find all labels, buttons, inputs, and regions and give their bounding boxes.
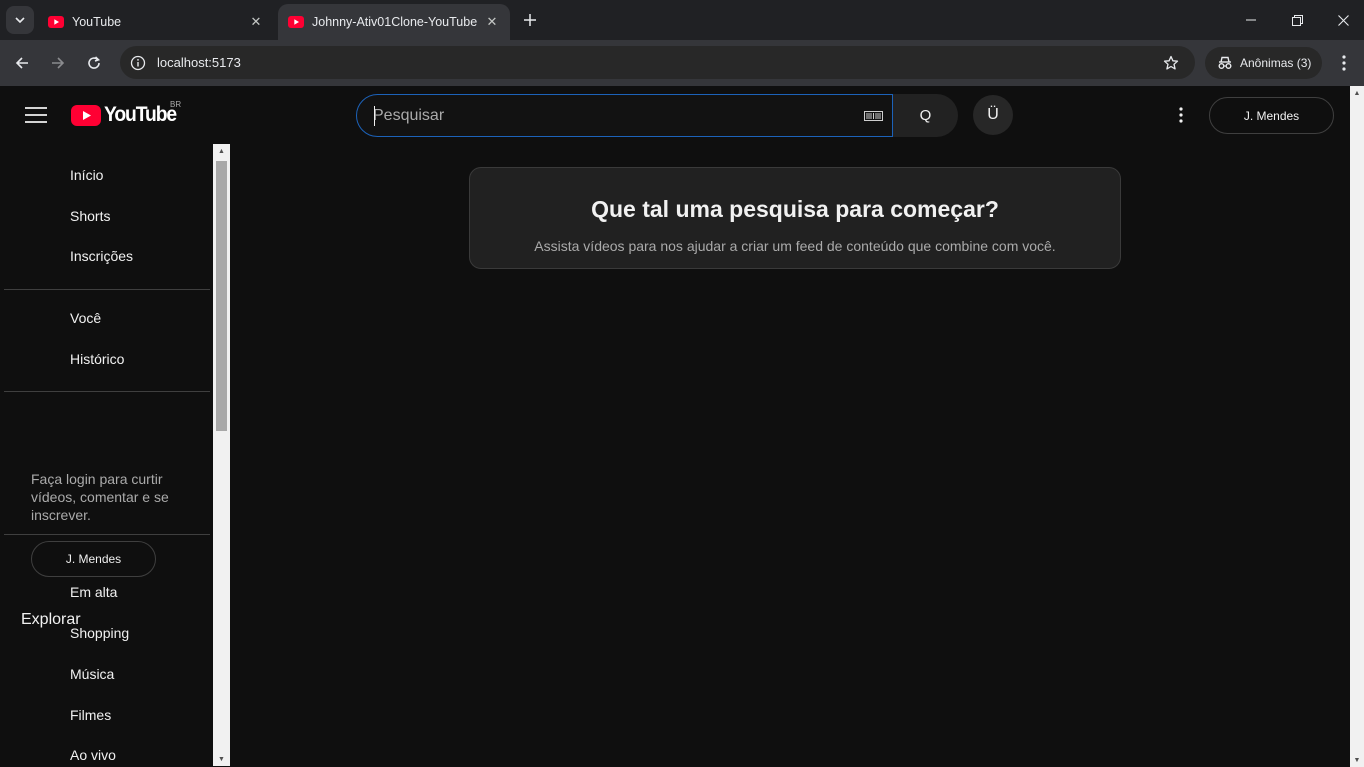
minimize-button[interactable]	[1228, 0, 1274, 40]
sidebar-item-voce[interactable]: Você	[70, 310, 101, 326]
minimize-icon	[1246, 19, 1256, 21]
settings-menu-button[interactable]	[1168, 100, 1194, 130]
incognito-indicator[interactable]: Anônimas (3)	[1205, 47, 1322, 79]
back-button[interactable]	[7, 48, 37, 78]
youtube-favicon-icon	[288, 14, 304, 30]
sidebar-item-shopping[interactable]: Shopping	[70, 625, 129, 641]
reload-icon	[88, 56, 101, 69]
sidebar-item-musica[interactable]: Música	[70, 666, 114, 682]
close-window-button[interactable]	[1320, 0, 1364, 40]
scroll-down-arrow-icon[interactable]: ▼	[213, 752, 230, 766]
new-tab-button[interactable]	[518, 8, 542, 32]
sidebar-divider	[4, 289, 210, 290]
browser-tab-clone[interactable]: Johnny-Ativ01Clone-YouTube ✕	[278, 4, 510, 40]
more-vertical-icon	[1342, 55, 1346, 71]
forward-button[interactable]	[43, 48, 73, 78]
youtube-logo[interactable]: YouTube BR	[71, 100, 182, 128]
site-info-icon[interactable]	[128, 53, 148, 73]
sidebar-item-historico[interactable]: Histórico	[70, 351, 124, 367]
sidebar-divider	[4, 391, 210, 392]
search-button[interactable]: Q	[893, 94, 958, 137]
arrow-left-icon	[15, 57, 28, 69]
empty-feed-title: Que tal uma pesquisa para começar?	[591, 196, 999, 222]
page-scrollbar[interactable]: ▲ ▼	[1350, 86, 1364, 767]
bookmark-star-icon[interactable]	[1161, 53, 1181, 73]
youtube-favicon-icon	[48, 14, 64, 30]
scroll-down-arrow-icon[interactable]: ▼	[1350, 753, 1364, 767]
browser-tab-youtube[interactable]: YouTube ✕	[38, 4, 274, 40]
sidebar-guide: Início Shorts Inscrições Você Histórico …	[0, 144, 214, 767]
text-caret	[374, 106, 375, 126]
sidebar-divider	[4, 534, 210, 535]
sidebar-scroll-thumb[interactable]	[216, 161, 227, 431]
incognito-icon	[1218, 56, 1232, 69]
plus-icon	[524, 14, 536, 26]
sidebar-item-inicio[interactable]: Início	[70, 167, 103, 183]
guide-menu-button[interactable]	[20, 102, 52, 128]
reload-button[interactable]	[79, 48, 109, 78]
more-vertical-icon	[1179, 107, 1183, 123]
incognito-label: Anônimas (3)	[1240, 56, 1312, 70]
sidebar-item-inscricoes[interactable]: Inscrições	[70, 248, 133, 264]
arrow-right-icon	[52, 57, 65, 69]
address-bar[interactable]: localhost:5173	[120, 46, 1195, 79]
search-box[interactable]	[356, 94, 893, 137]
logo-wordmark: YouTube	[104, 103, 177, 126]
chevron-down-icon	[15, 17, 25, 23]
tab-close-icon[interactable]: ✕	[484, 14, 500, 30]
close-icon	[1337, 14, 1349, 26]
url-text[interactable]: localhost:5173	[157, 55, 241, 70]
search-input[interactable]	[373, 104, 833, 128]
sidebar-item-filmes[interactable]: Filmes	[70, 707, 111, 723]
region-code: BR	[170, 100, 182, 109]
hamburger-icon	[25, 107, 47, 123]
sidebar-item-shorts[interactable]: Shorts	[70, 208, 110, 224]
youtube-play-icon	[71, 104, 101, 126]
voice-search-button[interactable]: Ü	[973, 95, 1013, 135]
browser-menu-button[interactable]	[1331, 48, 1357, 78]
sidebar-scrollbar[interactable]: ▲ ▼	[213, 144, 230, 766]
scroll-up-arrow-icon[interactable]: ▲	[1350, 86, 1364, 100]
tab-search-button[interactable]	[6, 6, 34, 34]
empty-feed-subtitle: Assista vídeos para nos ajudar a criar u…	[534, 238, 1056, 254]
restore-icon	[1291, 14, 1303, 26]
keyboard-icon[interactable]	[863, 109, 883, 123]
restore-button[interactable]	[1274, 0, 1320, 40]
login-prompt: Faça login para curtir vídeos, comentar …	[31, 471, 169, 523]
signin-button[interactable]: J. Mendes	[1209, 97, 1334, 134]
browser-toolbar: localhost:5173 Anônimas (3)	[0, 40, 1364, 86]
sidebar-signin-button[interactable]: J. Mendes	[31, 541, 156, 577]
page-viewport: YouTube BR Q Ü J. Mendes Início Shorts I…	[0, 86, 1364, 767]
empty-feed-card: Que tal uma pesquisa para começar? Assis…	[469, 167, 1121, 269]
sidebar-item-ao-vivo[interactable]: Ao vivo	[70, 747, 116, 763]
browser-tabstrip: YouTube ✕ Johnny-Ativ01Clone-YouTube ✕	[0, 0, 1364, 40]
scroll-up-arrow-icon[interactable]: ▲	[213, 144, 230, 158]
tab-close-icon[interactable]: ✕	[248, 14, 264, 30]
masthead: YouTube BR Q Ü J. Mendes	[0, 86, 1350, 144]
tab-title: Johnny-Ativ01Clone-YouTube	[312, 15, 478, 29]
sidebar-item-em-alta[interactable]: Em alta	[70, 584, 117, 600]
tab-title: YouTube	[72, 15, 122, 29]
